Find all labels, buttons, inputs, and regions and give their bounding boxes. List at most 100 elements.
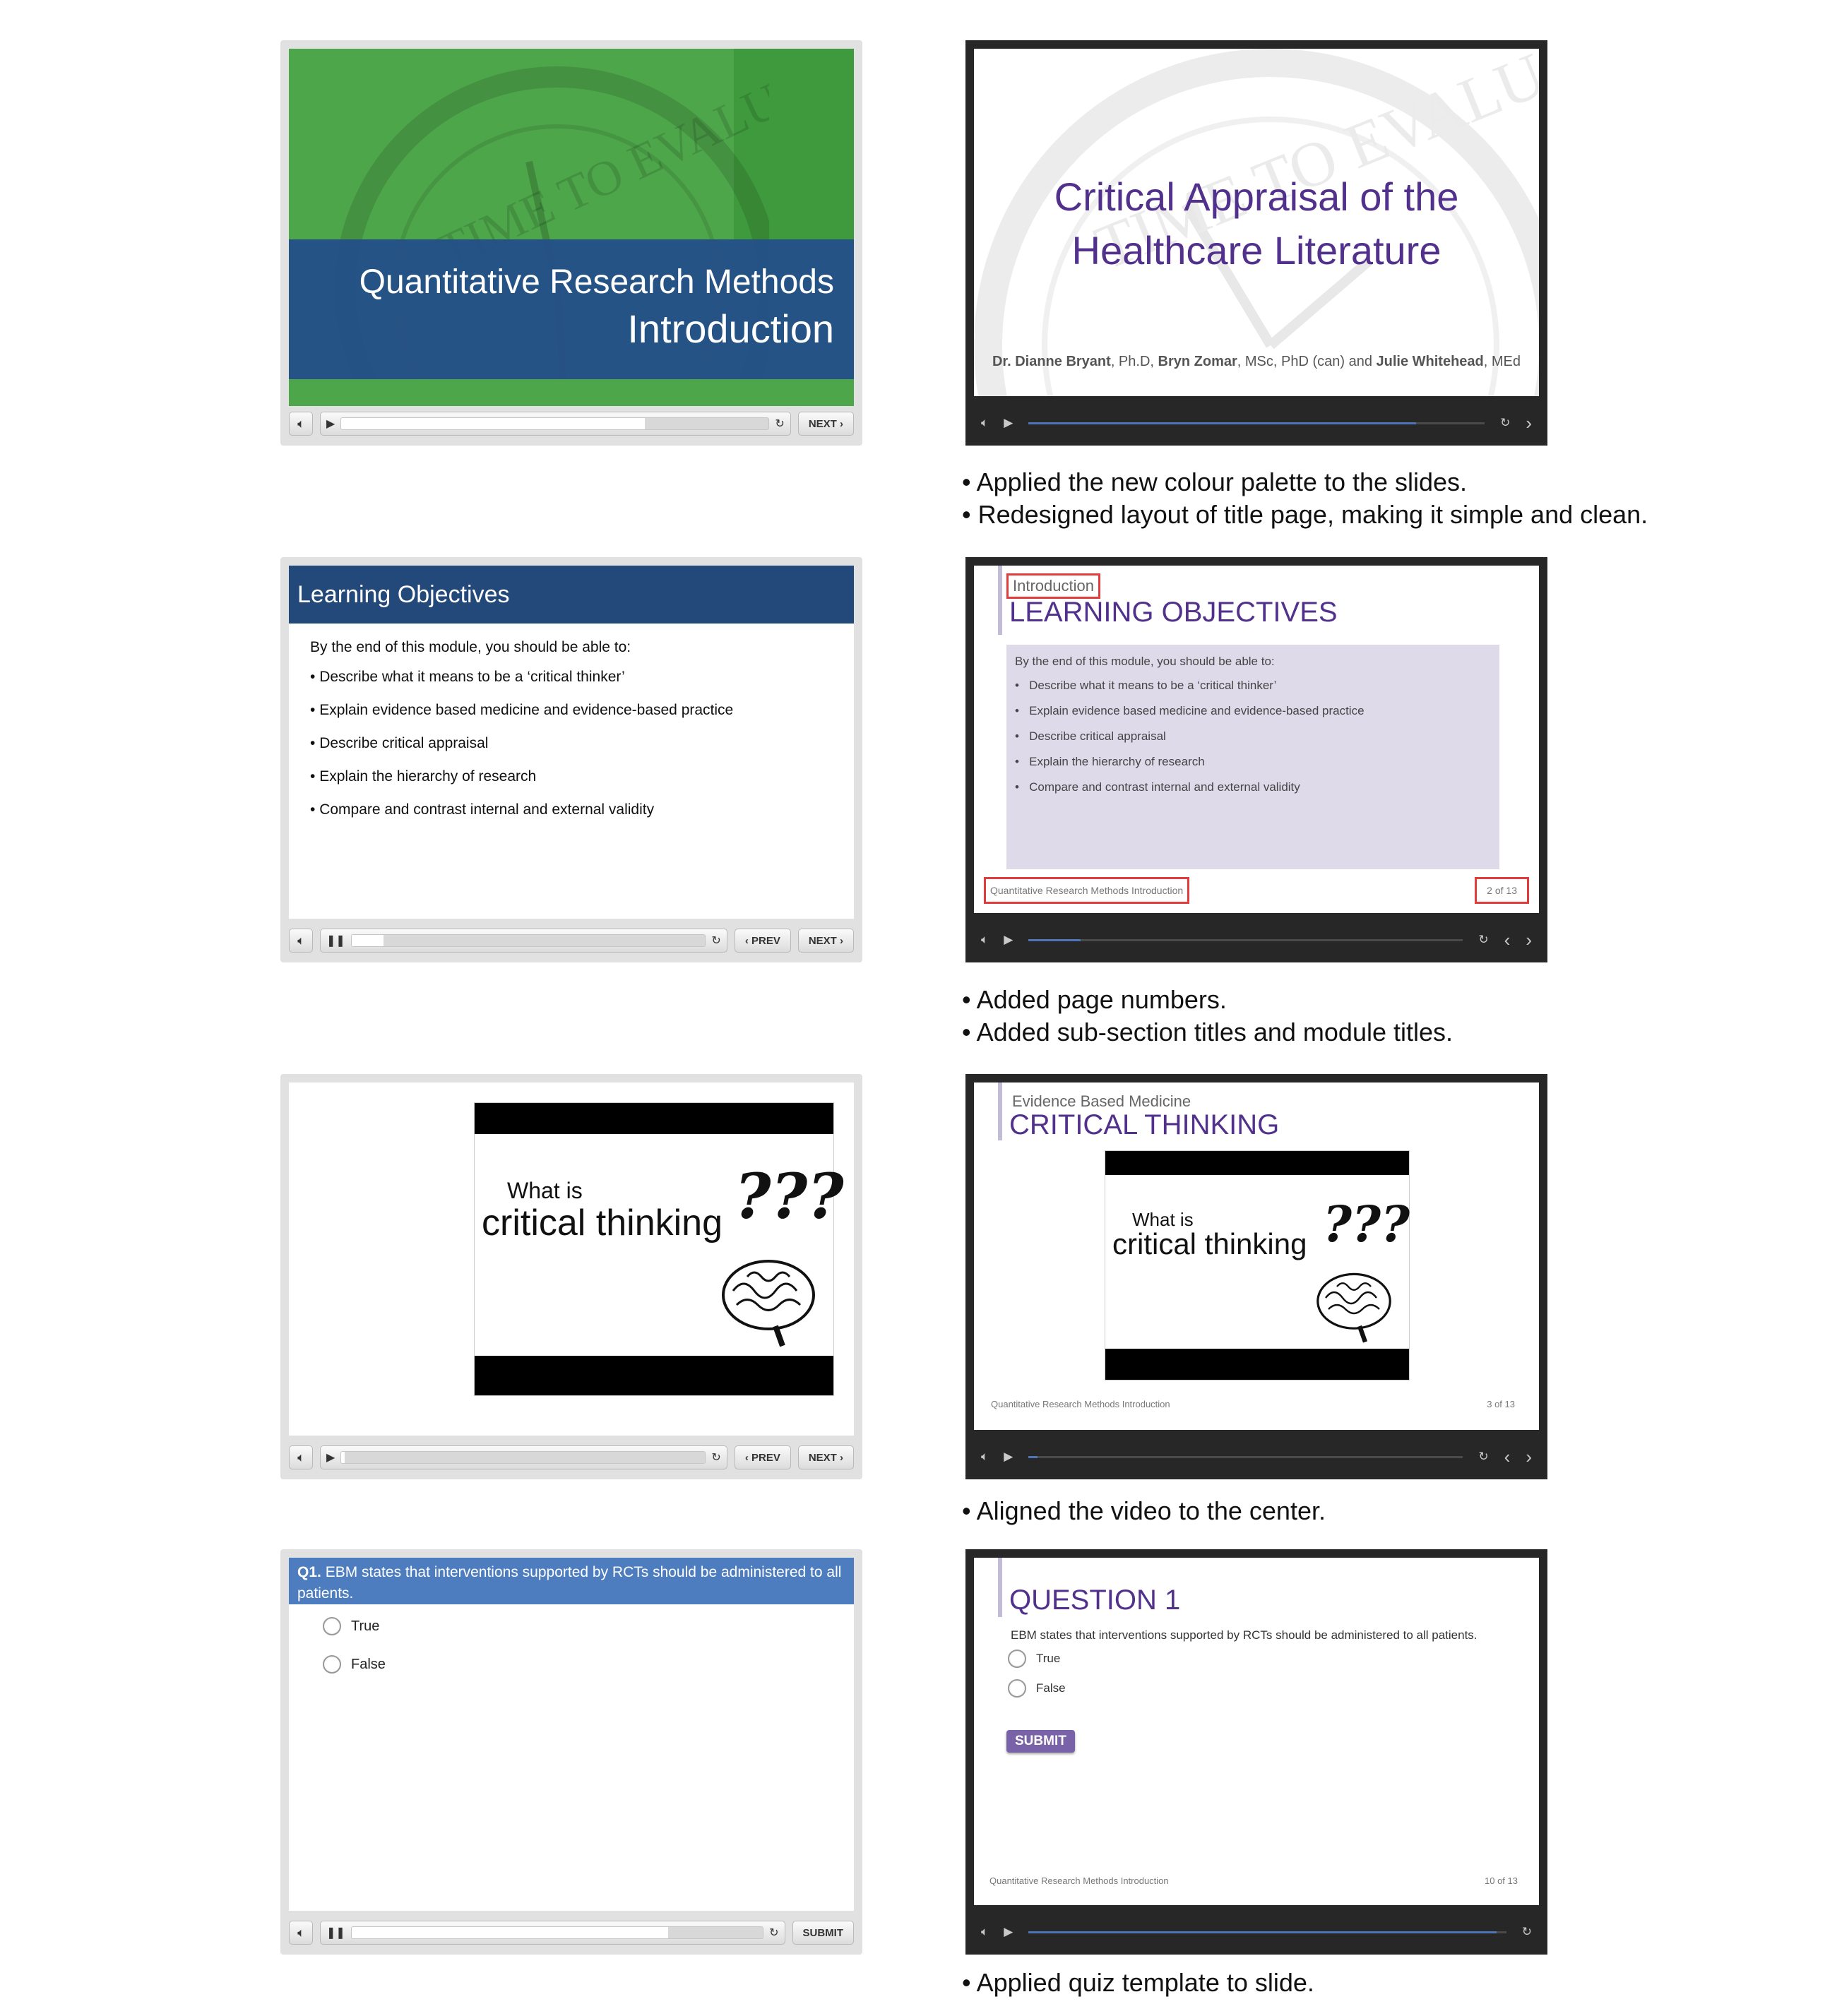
seek-track[interactable]: ▶ ↻ <box>320 1445 727 1469</box>
play-icon[interactable]: ▶ <box>326 417 335 431</box>
replay-icon[interactable]: ↻ <box>1522 1925 1532 1939</box>
answer-option[interactable]: False <box>323 1655 386 1674</box>
progress-fill <box>1028 938 1081 941</box>
progress-fill <box>351 935 384 946</box>
speaker-icon: 🔈︎ <box>297 1451 304 1464</box>
pause-icon[interactable]: ❚❚ <box>326 1926 345 1940</box>
radio-button[interactable] <box>323 1655 341 1674</box>
author1-name: Dr. Dianne Bryant <box>992 354 1111 369</box>
speaker-icon[interactable]: 🔈︎ <box>981 1450 988 1464</box>
volume-button[interactable]: 🔈︎ <box>289 1921 313 1945</box>
seek-track[interactable] <box>1028 938 1463 941</box>
speaker-icon: 🔈︎ <box>297 1926 304 1939</box>
prev-button[interactable]: ‹ PREV <box>734 1445 791 1469</box>
objectives-box: By the end of this module, you should be… <box>1006 645 1499 869</box>
footer-module: Quantitative Research Methods Introducti… <box>990 885 1184 896</box>
list-item: • Compare and contrast internal and exte… <box>1015 780 1300 794</box>
pause-icon[interactable]: ❚❚ <box>326 934 345 948</box>
speaker-icon[interactable]: 🔈︎ <box>981 933 988 947</box>
submit-button[interactable]: SUBMIT <box>1006 1730 1075 1753</box>
caption-line: • Redesigned layout of title page, makin… <box>962 500 1648 529</box>
new-video-player: Evidence Based Medicine CRITICAL THINKIN… <box>965 1074 1547 1479</box>
play-icon[interactable]: ▶ <box>1004 933 1013 947</box>
new-title-text: Critical Appraisal of the Healthcare Lit… <box>974 170 1539 278</box>
list-item: • Explain evidence based medicine and ev… <box>1015 704 1365 717</box>
old-objectives-header: Learning Objectives <box>289 566 854 624</box>
video-question-marks: ??? <box>1323 1195 1410 1253</box>
prev-chevron-icon[interactable]: ‹ <box>1504 929 1511 951</box>
progress-fill <box>1028 1931 1497 1933</box>
next-chevron-icon[interactable]: › <box>1526 412 1532 434</box>
title-accent-bar <box>998 1558 1002 1617</box>
play-icon[interactable]: ▶ <box>1004 1450 1013 1464</box>
seek-track[interactable]: ❚❚ ↻ <box>320 1921 785 1945</box>
prev-chevron-icon[interactable]: ‹ <box>1504 1446 1511 1468</box>
volume-button[interactable]: 🔈︎ <box>289 929 313 953</box>
next-button[interactable]: NEXT › <box>797 1445 854 1469</box>
answer-label: True <box>351 1618 380 1634</box>
video-frame: What is critical thinking ??? <box>1105 1150 1410 1380</box>
answer-option[interactable]: True <box>323 1617 386 1635</box>
old-player-bar: 🔈︎ ▶ ↻ NEXT › <box>289 409 854 439</box>
play-icon[interactable]: ▶ <box>326 1450 335 1465</box>
new-player-bar: 🔈︎ ▶ ↻ › <box>974 406 1539 440</box>
seek-track[interactable] <box>1028 1931 1506 1933</box>
replay-icon[interactable]: ↻ <box>1478 933 1488 947</box>
next-chevron-icon[interactable]: › <box>1526 1446 1532 1468</box>
radio-button[interactable] <box>1008 1650 1026 1668</box>
caption-line: • Added sub-section titles and module ti… <box>962 1018 1454 1046</box>
progress-bar[interactable] <box>350 934 706 947</box>
list-item: • Explain the hierarchy of research <box>1015 755 1205 768</box>
play-icon[interactable]: ▶ <box>1004 416 1013 430</box>
row2-captions: • Added page numbers. • Added sub-sectio… <box>962 984 1809 1049</box>
radio-button[interactable] <box>323 1617 341 1635</box>
progress-bar[interactable] <box>340 417 770 430</box>
answer-option[interactable]: False <box>1008 1679 1066 1698</box>
seek-track[interactable]: ▶ ↻ <box>320 412 791 436</box>
speaker-icon[interactable]: 🔈︎ <box>981 1925 988 1939</box>
prev-button[interactable]: ‹ PREV <box>734 929 791 953</box>
submit-button[interactable]: SUBMIT <box>792 1921 854 1945</box>
answer-option[interactable]: True <box>1008 1650 1066 1668</box>
progress-fill <box>351 1927 669 1938</box>
radio-button[interactable] <box>1008 1679 1026 1698</box>
list-item: • Describe critical appraisal <box>310 735 489 751</box>
speaker-icon[interactable]: 🔈︎ <box>981 416 988 430</box>
replay-icon[interactable]: ↻ <box>1500 416 1510 430</box>
replay-icon[interactable]: ↻ <box>1478 1450 1488 1464</box>
author3-cred: , MEd <box>1483 354 1521 369</box>
seek-track[interactable]: ❚❚ ↻ <box>320 929 727 953</box>
next-chevron-icon[interactable]: › <box>1526 929 1532 951</box>
play-icon[interactable]: ▶ <box>1004 1925 1013 1939</box>
replay-icon[interactable]: ↻ <box>711 1450 720 1465</box>
old-objectives-slide: Learning Objectives By the end of this m… <box>289 566 854 919</box>
progress-bar[interactable] <box>340 1451 706 1464</box>
answer-label: True <box>1036 1652 1061 1665</box>
replay-icon[interactable]: ↻ <box>769 1926 778 1940</box>
old-objectives-body: By the end of this module, you should be… <box>310 639 840 818</box>
speaker-icon: 🔈︎ <box>297 934 304 947</box>
old-objectives-player: Learning Objectives By the end of this m… <box>280 557 862 962</box>
footer-module: Quantitative Research Methods Introducti… <box>991 1399 1170 1409</box>
old-video-player: What is critical thinking ??? 🔈︎ ▶ ↻ ‹ P… <box>280 1074 862 1479</box>
video-line2: critical thinking <box>482 1203 723 1243</box>
video-letterbox-top <box>475 1103 833 1134</box>
replay-icon[interactable]: ↻ <box>775 417 784 431</box>
video-line2: critical thinking <box>1112 1227 1307 1260</box>
replay-icon[interactable]: ↻ <box>711 934 720 948</box>
volume-button[interactable]: 🔈︎ <box>289 412 313 436</box>
seek-track[interactable] <box>1028 1455 1463 1458</box>
list-item: • Describe critical appraisal <box>1015 729 1166 743</box>
brain-icon <box>722 1260 815 1347</box>
slide-title: CRITICAL THINKING <box>1009 1109 1280 1140</box>
next-button[interactable]: NEXT › <box>797 929 854 953</box>
volume-button[interactable]: 🔈︎ <box>289 1445 313 1469</box>
new-title-line2: Healthcare Literature <box>1071 228 1441 273</box>
video-letterbox-bottom <box>475 1356 833 1395</box>
new-quiz-slide: QUESTION 1 EBM states that interventions… <box>974 1558 1539 1905</box>
seek-track[interactable] <box>1028 422 1485 424</box>
old-video-slide: What is critical thinking ??? <box>289 1082 854 1436</box>
next-button[interactable]: NEXT › <box>797 412 854 436</box>
progress-bar[interactable] <box>350 1926 764 1939</box>
list-item: • Explain evidence based medicine and ev… <box>310 702 734 718</box>
